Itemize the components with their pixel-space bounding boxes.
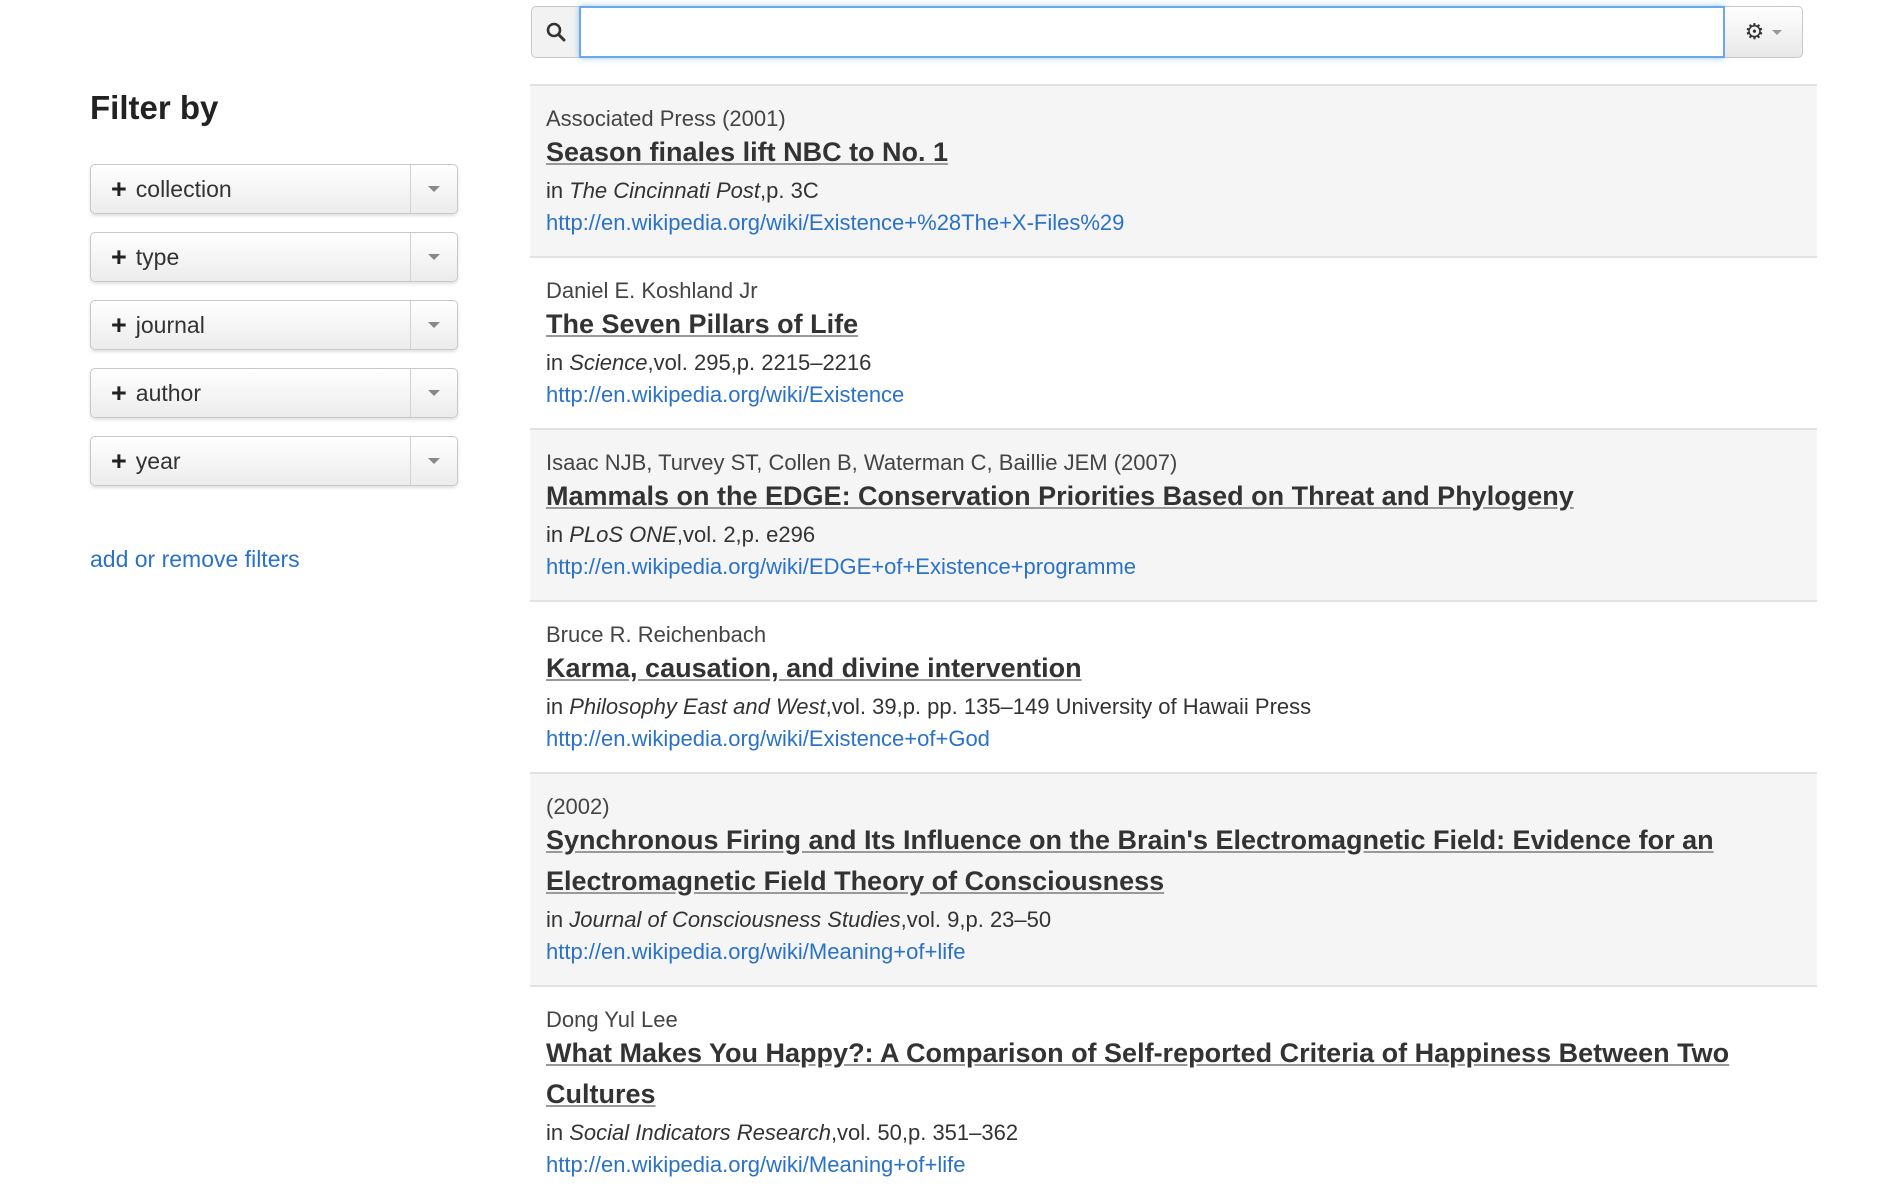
caret-down-icon <box>428 390 440 396</box>
filter-journal-dropdown[interactable] <box>411 301 457 349</box>
results-list: Associated Press (2001) Season finales l… <box>530 84 1817 1198</box>
result-item: Isaac NJB, Turvey ST, Collen B, Waterman… <box>530 430 1817 602</box>
result-item: Daniel E. Koshland Jr The Seven Pillars … <box>530 258 1817 430</box>
filter-heading: Filter by <box>90 89 219 126</box>
filter-label: collection <box>135 175 232 202</box>
filter-list: + collection + type + journal + author +… <box>90 164 460 486</box>
source-prefix: in <box>546 350 570 375</box>
plus-icon: + <box>111 377 127 408</box>
filter-author-dropdown[interactable] <box>411 369 457 417</box>
result-source-details: ,vol. 50,p. 351–362 <box>830 1120 1019 1145</box>
result-authors: Dong Yul Lee <box>546 1007 678 1032</box>
result-title-link[interactable]: Synchronous Firing and Its Influence on … <box>546 825 1714 896</box>
search-icon[interactable] <box>531 6 579 58</box>
result-journal: Science <box>569 350 648 375</box>
result-authors: Isaac NJB, Turvey ST, Collen B, Waterman… <box>546 450 1178 475</box>
filter-type[interactable]: + type <box>90 232 458 282</box>
result-authors: Associated Press (2001) <box>546 106 786 131</box>
filter-year-add-button[interactable]: + year <box>91 437 411 485</box>
result-source-details: ,vol. 9,p. 23–50 <box>900 907 1052 932</box>
result-item: (2002) Synchronous Firing and Its Influe… <box>530 774 1817 987</box>
filter-journal-add-button[interactable]: + journal <box>91 301 411 349</box>
result-journal: Journal of Consciousness Studies <box>569 907 901 932</box>
result-item: Associated Press (2001) Season finales l… <box>530 86 1817 258</box>
result-journal: PLoS ONE <box>569 522 677 547</box>
result-item: Bruce R. Reichenbach Karma, causation, a… <box>530 602 1817 774</box>
filter-label: type <box>135 243 180 270</box>
filter-label: year <box>135 447 181 474</box>
result-source-details: ,vol. 39,p. pp. 135–149 University of Ha… <box>825 694 1312 719</box>
source-prefix: in <box>546 178 570 203</box>
result-item: Dong Yul Lee What Makes You Happy?: A Co… <box>530 987 1817 1198</box>
result-title-link[interactable]: The Seven Pillars of Life <box>546 309 858 339</box>
result-journal: Social Indicators Research <box>569 1120 831 1145</box>
result-title-link[interactable]: Season finales lift NBC to No. 1 <box>546 137 948 167</box>
result-url-link[interactable]: http://en.wikipedia.org/wiki/Existence+%… <box>546 207 1124 239</box>
filter-author[interactable]: + author <box>90 368 458 418</box>
filter-year-dropdown[interactable] <box>411 437 457 485</box>
result-url-link[interactable]: http://en.wikipedia.org/wiki/Existence <box>546 379 904 411</box>
plus-icon: + <box>111 445 127 476</box>
source-prefix: in <box>546 522 570 547</box>
source-prefix: in <box>546 907 570 932</box>
plus-icon: + <box>111 241 127 272</box>
caret-down-icon <box>428 458 440 464</box>
result-journal: The Cincinnati Post <box>569 178 761 203</box>
result-source: in Science,vol. 295,p. 2215–2216 <box>546 347 1801 379</box>
filter-collection-add-button[interactable]: + collection <box>91 165 411 213</box>
result-authors: Daniel E. Koshland Jr <box>546 278 758 303</box>
result-url-link[interactable]: http://en.wikipedia.org/wiki/Meaning+of+… <box>546 1149 965 1181</box>
result-source-details: ,vol. 2,p. e296 <box>676 522 816 547</box>
result-source-details: ,p. 3C <box>760 178 819 203</box>
caret-down-icon <box>428 322 440 328</box>
filter-type-dropdown[interactable] <box>411 233 457 281</box>
settings-dropdown-button[interactable]: ⚙ <box>1725 6 1803 58</box>
gear-icon: ⚙ <box>1744 19 1765 44</box>
result-authors: Bruce R. Reichenbach <box>546 622 767 647</box>
filter-type-add-button[interactable]: + type <box>91 233 411 281</box>
filter-journal[interactable]: + journal <box>90 300 458 350</box>
result-source: in Philosophy East and West,vol. 39,p. p… <box>546 691 1801 723</box>
plus-icon: + <box>111 309 127 340</box>
filter-collection-dropdown[interactable] <box>411 165 457 213</box>
source-prefix: in <box>546 1120 570 1145</box>
add-remove-filters-link[interactable]: add or remove filters <box>90 546 300 573</box>
plus-icon: + <box>111 173 127 204</box>
filter-label: journal <box>135 311 205 338</box>
result-source-details: ,vol. 295,p. 2215–2216 <box>647 350 872 375</box>
filter-collection[interactable]: + collection <box>90 164 458 214</box>
result-title-link[interactable]: Mammals on the EDGE: Conservation Priori… <box>546 481 1574 511</box>
filter-sidebar: Filter by + collection + type + journal <box>90 88 460 573</box>
result-authors: (2002) <box>546 794 610 819</box>
source-prefix: in <box>546 694 570 719</box>
result-url-link[interactable]: http://en.wikipedia.org/wiki/Existence+o… <box>546 723 990 755</box>
chevron-down-icon <box>1772 29 1783 35</box>
result-title-link[interactable]: Karma, causation, and divine interventio… <box>546 653 1082 683</box>
result-title-link[interactable]: What Makes You Happy?: A Comparison of S… <box>546 1038 1729 1109</box>
result-url-link[interactable]: http://en.wikipedia.org/wiki/Meaning+of+… <box>546 936 965 968</box>
search-bar: ⚙ <box>531 6 1803 58</box>
result-source: in Journal of Consciousness Studies,vol.… <box>546 904 1801 936</box>
caret-down-icon <box>428 254 440 260</box>
caret-down-icon <box>428 186 440 192</box>
result-source: in PLoS ONE,vol. 2,p. e296 <box>546 519 1801 551</box>
filter-year[interactable]: + year <box>90 436 458 486</box>
result-url-link[interactable]: http://en.wikipedia.org/wiki/EDGE+of+Exi… <box>546 551 1136 583</box>
result-source: in Social Indicators Research,vol. 50,p.… <box>546 1117 1801 1149</box>
result-journal: Philosophy East and West <box>569 694 826 719</box>
result-source: in The Cincinnati Post,p. 3C <box>546 175 1801 207</box>
search-input[interactable] <box>579 6 1725 58</box>
filter-label: author <box>135 379 201 406</box>
filter-author-add-button[interactable]: + author <box>91 369 411 417</box>
